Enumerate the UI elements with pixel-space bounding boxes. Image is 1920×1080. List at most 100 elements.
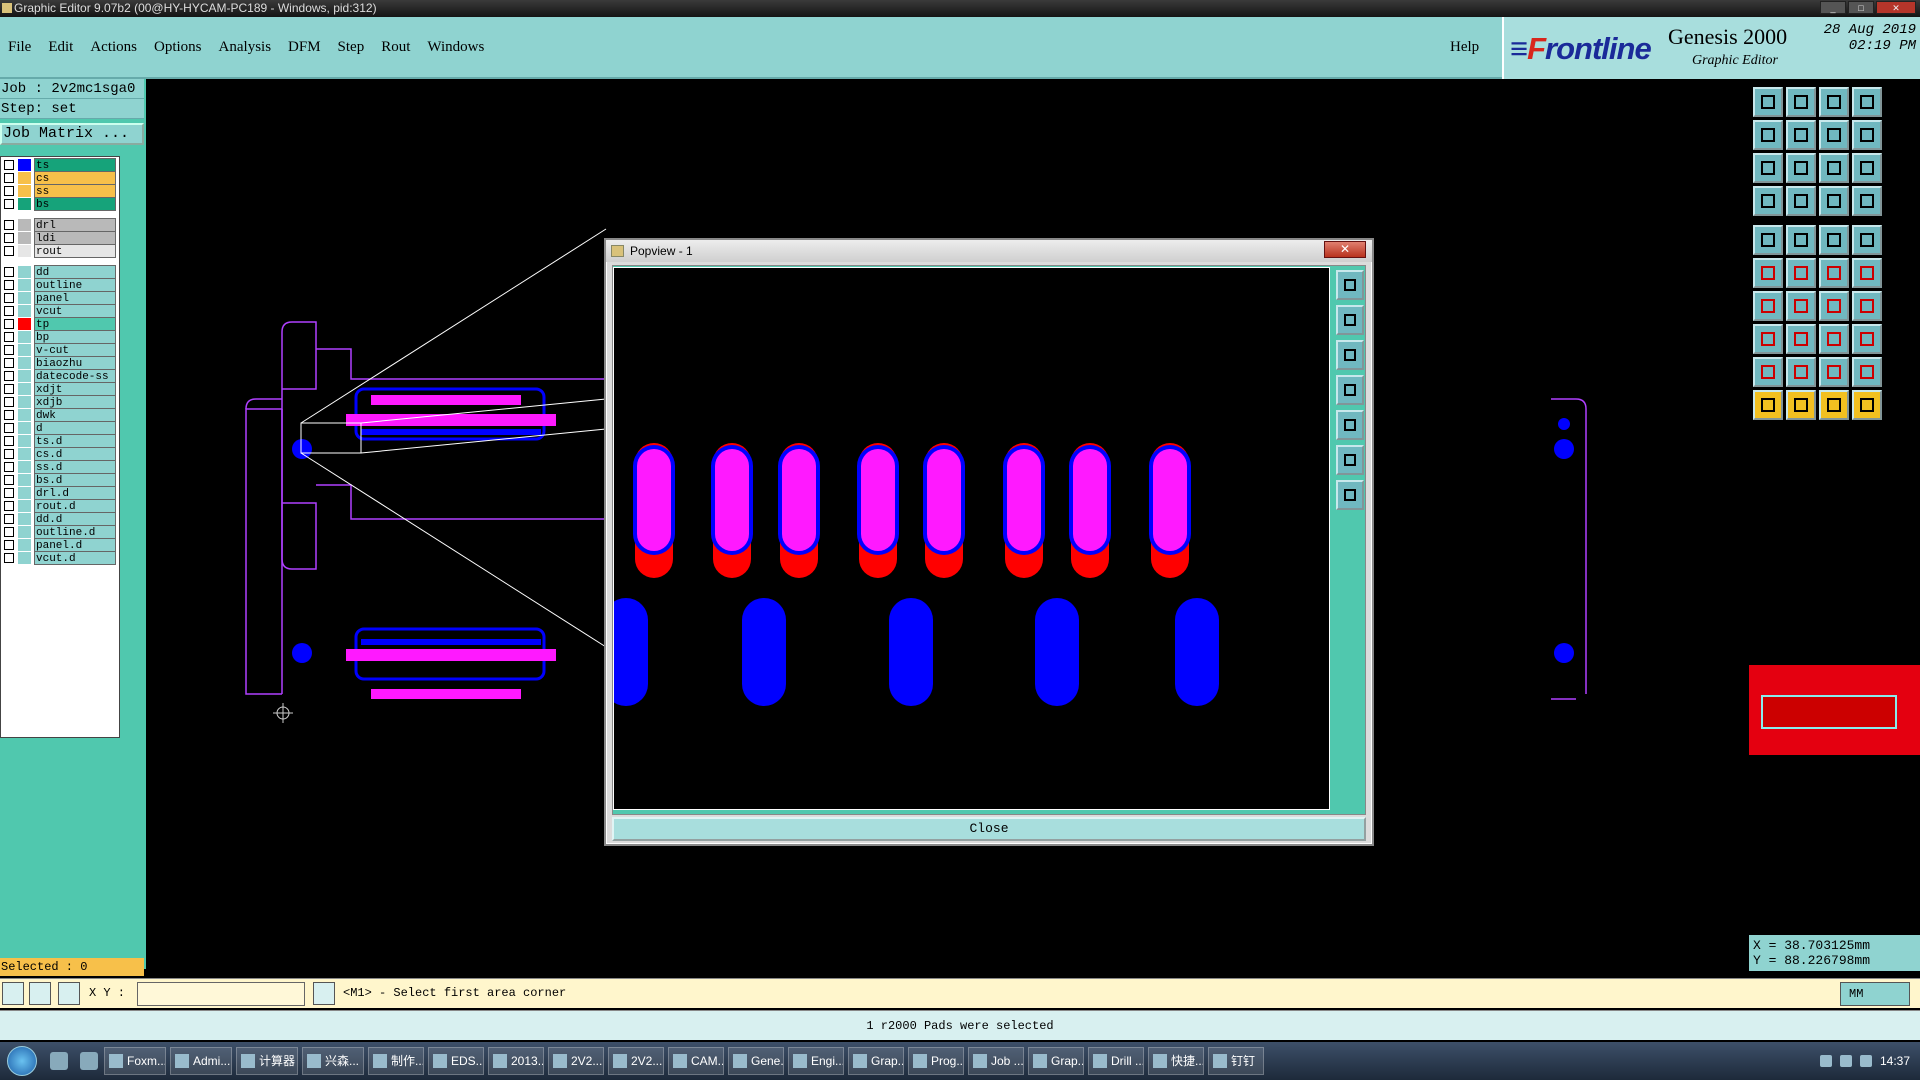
menu-actions[interactable]: Actions	[90, 39, 137, 56]
layer-row-ss.d[interactable]: ss.d	[1, 460, 119, 474]
layer-checkbox[interactable]	[4, 488, 14, 498]
taskbar-item[interactable]: Prog...	[908, 1047, 964, 1075]
dot-tool-icon[interactable]	[1852, 225, 1882, 255]
layer-color-swatch[interactable]	[18, 422, 31, 434]
layer-name[interactable]: dwk	[34, 408, 116, 422]
layer-color-swatch[interactable]	[18, 435, 31, 447]
layer-name[interactable]: rout	[34, 244, 116, 258]
taskbar-item[interactable]: 计算器	[236, 1047, 298, 1075]
layer-name[interactable]: dd.d	[34, 512, 116, 526]
layer-compare-tool-icon[interactable]	[1852, 186, 1882, 216]
layer-checkbox[interactable]	[4, 280, 14, 290]
menu-file[interactable]: File	[8, 39, 31, 56]
tray-network-icon[interactable]	[1819, 1055, 1832, 1067]
layer-checkbox[interactable]	[4, 475, 14, 485]
taskbar-item[interactable]: 2013...	[488, 1047, 544, 1075]
layer-checkbox[interactable]	[4, 527, 14, 537]
layer-checkbox[interactable]	[4, 553, 14, 563]
layer-checkbox[interactable]	[4, 384, 14, 394]
layer-name[interactable]: ss.d	[34, 460, 116, 474]
undo-arc-tool-icon[interactable]	[1819, 291, 1849, 321]
layer-row-bp[interactable]: bp	[1, 330, 119, 344]
layer-color-swatch[interactable]	[18, 172, 31, 184]
layer-name[interactable]: outline	[34, 278, 116, 292]
layer-name[interactable]: biaozhu	[34, 356, 116, 370]
taskbar-item[interactable]: 兴森...	[302, 1047, 364, 1075]
layer-checkbox[interactable]	[4, 540, 14, 550]
measure-mode-icon[interactable]	[29, 982, 51, 1005]
tray-input-icon[interactable]	[1859, 1055, 1872, 1067]
popview-fit-icon[interactable]	[1336, 410, 1364, 440]
popview-center-icon[interactable]	[1336, 480, 1364, 510]
layer-name[interactable]: vcut.d	[34, 551, 116, 565]
line-tool-icon[interactable]	[1786, 225, 1816, 255]
layer-checkbox[interactable]	[4, 397, 14, 407]
pad-tool-icon[interactable]	[1753, 225, 1783, 255]
layer-name[interactable]: bs	[34, 197, 116, 211]
layer-color-swatch[interactable]	[18, 513, 31, 525]
layer-color-swatch[interactable]	[18, 159, 31, 171]
popview-close-button[interactable]: Close	[612, 817, 1366, 841]
xy-apply-icon[interactable]	[313, 982, 335, 1005]
layer-name[interactable]: bs.d	[34, 473, 116, 487]
taskbar-item[interactable]: Drill ...	[1088, 1047, 1144, 1075]
layer-checkbox[interactable]	[4, 199, 14, 209]
layer-name[interactable]: panel.d	[34, 538, 116, 552]
menu-help[interactable]: Help	[1450, 39, 1479, 56]
layer-row-bs[interactable]: bs	[1, 197, 119, 211]
measure-tool-icon[interactable]	[1753, 186, 1783, 216]
layer-checkbox[interactable]	[4, 358, 14, 368]
layer-checkbox[interactable]	[4, 306, 14, 316]
quicklaunch-explorer-icon[interactable]	[74, 1047, 104, 1075]
taskbar-item[interactable]: 钉钉	[1208, 1047, 1264, 1075]
layer-row-xdjb[interactable]: xdjb	[1, 395, 119, 409]
layer-row-bs.d[interactable]: bs.d	[1, 473, 119, 487]
layer-row-drl[interactable]: drl	[1, 218, 119, 232]
unit-selector[interactable]: MM	[1840, 982, 1910, 1006]
layer-name[interactable]: bp	[34, 330, 116, 344]
popview-pan-icon[interactable]	[1336, 375, 1364, 405]
layer-color-swatch[interactable]	[18, 219, 31, 231]
layer-name[interactable]: tp	[34, 317, 116, 331]
angle-tool-icon[interactable]	[1753, 291, 1783, 321]
layer-row-dd.d[interactable]: dd.d	[1, 512, 119, 526]
layer-name[interactable]: xdjb	[34, 395, 116, 409]
align-tool-icon[interactable]	[1852, 291, 1882, 321]
layer-color-swatch[interactable]	[18, 461, 31, 473]
layer-row-panel[interactable]: panel	[1, 291, 119, 305]
layer-row-d[interactable]: d	[1, 421, 119, 435]
layer-name[interactable]: datecode-ss	[34, 369, 116, 383]
layer-checkbox[interactable]	[4, 246, 14, 256]
layer-row-v-cut[interactable]: v-cut	[1, 343, 119, 357]
layer-checkbox[interactable]	[4, 462, 14, 472]
taskbar-item[interactable]: Engi...	[788, 1047, 844, 1075]
layer-checkbox[interactable]	[4, 449, 14, 459]
layer-checkbox[interactable]	[4, 423, 14, 433]
snapshot-tool-icon[interactable]	[1753, 87, 1783, 117]
layer-color-swatch[interactable]	[18, 409, 31, 421]
layer-color-swatch[interactable]	[18, 383, 31, 395]
resize-tool-icon[interactable]	[1819, 324, 1849, 354]
menu-options[interactable]: Options	[154, 39, 202, 56]
close-window-button[interactable]: ✕	[1876, 1, 1916, 14]
layer-name[interactable]: vcut	[34, 304, 116, 318]
layer-color-swatch[interactable]	[18, 357, 31, 369]
triangle-tool-icon[interactable]	[1753, 357, 1783, 387]
layer-row-rout[interactable]: rout	[1, 244, 119, 258]
taskbar-item[interactable]: Grap...	[848, 1047, 904, 1075]
layer-row-dd[interactable]: dd	[1, 265, 119, 279]
layer-color-swatch[interactable]	[18, 500, 31, 512]
layer-checkbox[interactable]	[4, 186, 14, 196]
layer-color-swatch[interactable]	[18, 279, 31, 291]
layer-name[interactable]: outline.d	[34, 525, 116, 539]
layer-checkbox[interactable]	[4, 501, 14, 511]
layer-checkbox[interactable]	[4, 436, 14, 446]
overview-map[interactable]	[1749, 665, 1920, 755]
popview-zoom-home-icon[interactable]	[1336, 270, 1364, 300]
layer-name[interactable]: ts	[34, 158, 116, 172]
layer-row-xdjt[interactable]: xdjt	[1, 382, 119, 396]
layer-color-swatch[interactable]	[18, 198, 31, 210]
help-tool-icon[interactable]	[1852, 153, 1882, 183]
layer-name[interactable]: ldi	[34, 231, 116, 245]
layer-row-cs[interactable]: cs	[1, 171, 119, 185]
